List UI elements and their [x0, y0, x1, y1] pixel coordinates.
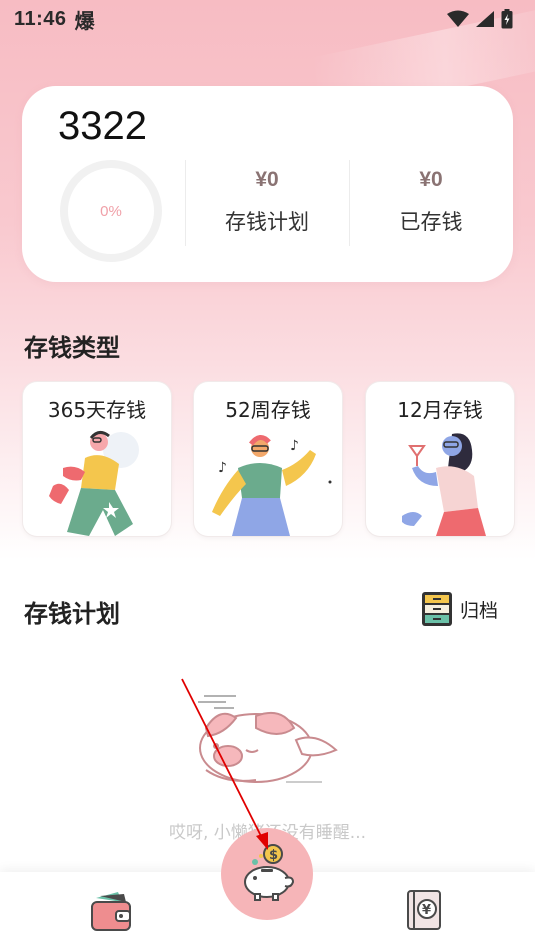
- type-card-365-days[interactable]: 365天存钱: [23, 382, 171, 536]
- divider: [185, 160, 186, 246]
- woman-with-drink-illustration-icon: [402, 433, 486, 536]
- svg-text:♪: ♪: [218, 460, 227, 476]
- svg-text:♪: ♪: [290, 438, 299, 454]
- plan-total-amount: ¥0: [255, 168, 279, 191]
- sleeping-pig-icon: [198, 695, 338, 783]
- type-card-12-months[interactable]: 12月存钱: [366, 382, 514, 536]
- notification-icon: 爆: [74, 10, 95, 33]
- add-plan-button[interactable]: $: [221, 828, 313, 920]
- savings-plans-title: 存钱计划: [24, 600, 120, 628]
- savings-types-title: 存钱类型: [24, 334, 120, 362]
- wallet-icon[interactable]: [88, 888, 134, 934]
- saved-total-amount: ¥0: [419, 168, 443, 191]
- summary-title: 3322: [58, 104, 147, 148]
- divider: [349, 160, 350, 246]
- svg-text:$: $: [269, 848, 278, 863]
- archive-button[interactable]: 归档: [420, 590, 498, 628]
- signal-icon: [476, 11, 494, 27]
- archive-label: 归档: [460, 599, 499, 622]
- battery-icon: [501, 9, 513, 29]
- type-card-label: 12月存钱: [397, 398, 483, 422]
- status-time: 11:46: [14, 7, 67, 30]
- type-card-label: 52周存钱: [225, 398, 311, 422]
- piggy-bank-icon: $: [244, 844, 295, 901]
- ledger-book-icon[interactable]: ¥: [404, 888, 444, 932]
- progress-ring: 0%: [60, 160, 162, 262]
- status-bar: 11:46 爆: [0, 0, 535, 38]
- archive-cabinet-icon: [422, 592, 452, 626]
- dancing-person-illustration-icon: ♪ ♪: [212, 435, 332, 536]
- type-card-label: 365天存钱: [47, 398, 147, 422]
- plan-total-label: 存钱计划: [225, 210, 309, 234]
- wifi-icon: [447, 10, 469, 27]
- type-card-52-weeks[interactable]: 52周存钱 ♪ ♪: [194, 382, 342, 536]
- progress-percent: 0%: [100, 202, 122, 220]
- saved-total-stat: ¥0 已存钱: [351, 168, 511, 236]
- svg-text:¥: ¥: [422, 903, 431, 918]
- saved-total-label: 已存钱: [399, 210, 463, 234]
- person-illustration-icon: [49, 431, 139, 536]
- savings-summary-card[interactable]: 3322 0% ¥0 存钱计划 ¥0 已存钱: [22, 86, 513, 282]
- plan-total-stat: ¥0 存钱计划: [187, 168, 347, 236]
